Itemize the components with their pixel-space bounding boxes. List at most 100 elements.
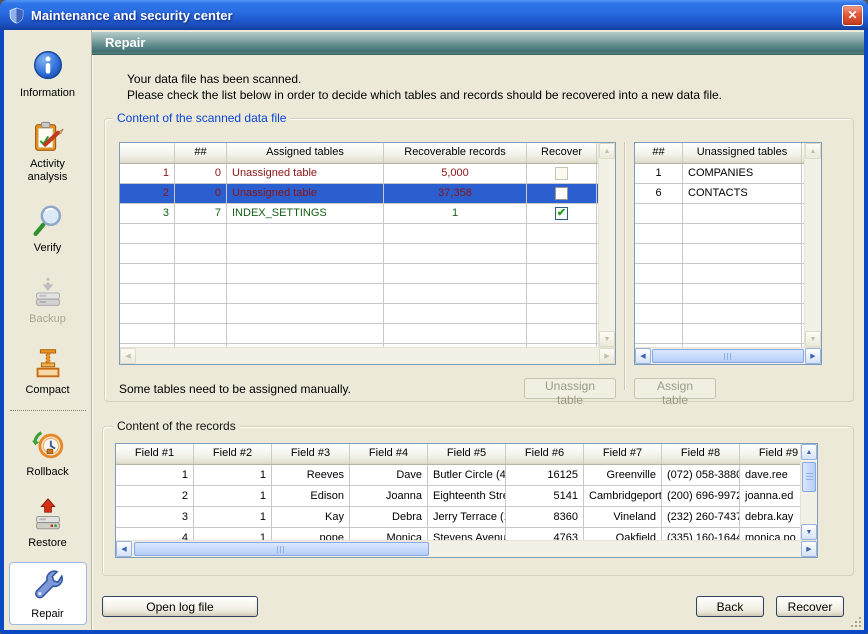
table-cell	[683, 304, 802, 323]
pane-divider	[624, 142, 626, 390]
table-row[interactable]: 31KayDebraJerry Terrace (18360Vineland(2…	[116, 507, 800, 528]
scroll-down-button[interactable]: ▼	[599, 331, 615, 347]
table-row[interactable]: 11ReevesDaveButler Circle (4)16125Greenv…	[116, 465, 800, 486]
assign-table-button[interactable]: Assign table	[634, 378, 716, 399]
table-row[interactable]	[635, 264, 804, 284]
table-cell: 1	[120, 164, 175, 183]
table-cell: Edison	[272, 486, 350, 506]
column-header[interactable]: Field #2	[194, 444, 272, 464]
column-header[interactable]: Recoverable records	[384, 143, 527, 163]
sidebar-item-backup[interactable]: Backup	[9, 267, 87, 330]
table-row[interactable]: 10Unassigned table5,000	[120, 164, 598, 184]
table-row[interactable]: 21EdisonJoannaEighteenth Stre5141Cambrid…	[116, 486, 800, 507]
vertical-scrollbar[interactable]: ▲ ▼	[800, 444, 817, 540]
table-row[interactable]: 41popeMonicaStevens Avenue4763Oakfield(3…	[116, 528, 800, 540]
table-row[interactable]	[120, 284, 598, 304]
sidebar-item-repair[interactable]: Repair	[9, 562, 87, 625]
table-cell: CONTACTS	[683, 184, 802, 203]
table-cell	[227, 224, 384, 243]
table-row[interactable]	[120, 244, 598, 264]
table-cell: dave.ree	[740, 465, 800, 485]
table-row[interactable]: 20Unassigned table37,358	[120, 184, 598, 204]
table-row[interactable]	[120, 224, 598, 244]
table-row[interactable]	[120, 264, 598, 284]
table-cell: 1	[194, 507, 272, 527]
table-row[interactable]	[635, 204, 804, 224]
restore-icon	[29, 497, 67, 535]
column-header[interactable]: Assigned tables	[227, 143, 384, 163]
sidebar-item-restore[interactable]: Restore	[9, 491, 87, 554]
table-row[interactable]	[120, 324, 598, 344]
resize-grip[interactable]	[849, 615, 862, 628]
column-header[interactable]: Field #4	[350, 444, 428, 464]
scroll-right-button[interactable]: ▶	[805, 348, 821, 364]
recover-button[interactable]: Recover	[776, 596, 844, 617]
table-cell: Butler Circle (4)	[428, 465, 506, 485]
table-row[interactable]	[635, 224, 804, 244]
scroll-right-button[interactable]: ▶	[599, 348, 615, 364]
recover-checkbox[interactable]	[555, 187, 568, 200]
sidebar-item-rollback[interactable]: Rollback	[9, 420, 87, 483]
scroll-down-button[interactable]: ▼	[805, 331, 821, 347]
column-header[interactable]: Field #1	[116, 444, 194, 464]
column-header[interactable]: Field #9	[740, 444, 800, 464]
table-cell: 1	[635, 164, 683, 183]
table-header-row: ##Unassigned tables	[635, 143, 804, 164]
back-button[interactable]: Back	[696, 596, 764, 617]
scroll-down-button[interactable]: ▼	[801, 524, 817, 540]
table-row[interactable]	[635, 284, 804, 304]
close-button[interactable]: ✕	[842, 5, 863, 26]
column-header[interactable]: Field #5	[428, 444, 506, 464]
scroll-up-button[interactable]: ▲	[599, 143, 615, 159]
scroll-right-button[interactable]: ▶	[801, 541, 817, 557]
table-cell	[384, 224, 527, 243]
scroll-left-button[interactable]: ◀	[635, 348, 651, 364]
table-cell: 1	[194, 486, 272, 506]
column-header[interactable]: Recover	[527, 143, 597, 163]
horizontal-scrollbar[interactable]: ◀ ▶	[120, 347, 615, 364]
recover-checkbox[interactable]: ✔	[555, 207, 568, 220]
table-row[interactable]	[635, 244, 804, 264]
scroll-up-button[interactable]: ▲	[801, 444, 817, 460]
scrollbar-thumb[interactable]	[652, 349, 804, 363]
unassign-table-button[interactable]: Unassign table	[524, 378, 616, 399]
column-header[interactable]: Field #8	[662, 444, 740, 464]
table-row[interactable]: 37INDEX_SETTINGS1✔	[120, 204, 598, 224]
table-row[interactable]: 6CONTACTS	[635, 184, 804, 204]
vertical-scrollbar[interactable]: ▲ ▼	[804, 143, 821, 347]
scroll-left-button[interactable]: ◀	[120, 348, 136, 364]
scrollbar-thumb[interactable]	[134, 542, 429, 556]
sidebar-item-verify[interactable]: Verify	[9, 196, 87, 259]
table-row[interactable]	[120, 304, 598, 324]
sidebar-item-compact[interactable]: Compact	[9, 338, 87, 401]
column-header[interactable]	[120, 143, 175, 163]
column-header[interactable]: Unassigned tables	[683, 143, 802, 163]
table-cell: 5,000	[384, 164, 527, 183]
sidebar-item-information[interactable]: Information	[9, 41, 87, 104]
table-cell: Reeves	[272, 465, 350, 485]
table-cell	[120, 324, 175, 343]
scroll-up-button[interactable]: ▲	[805, 143, 821, 159]
scrollbar-thumb[interactable]	[802, 462, 816, 492]
open-log-file-button[interactable]: Open log file	[102, 596, 258, 617]
table-row[interactable]	[635, 304, 804, 324]
column-header[interactable]: Field #7	[584, 444, 662, 464]
horizontal-scrollbar[interactable]: ◀ ▶	[635, 347, 821, 364]
column-header[interactable]: ##	[635, 143, 683, 163]
sidebar-divider	[10, 410, 86, 411]
column-header[interactable]: Field #3	[272, 444, 350, 464]
sidebar-item-label: Backup	[29, 313, 66, 326]
column-header[interactable]: Field #6	[506, 444, 584, 464]
table-cell	[175, 324, 227, 343]
scroll-left-button[interactable]: ◀	[116, 541, 132, 557]
table-cell	[683, 284, 802, 303]
vertical-scrollbar[interactable]: ▲ ▼	[598, 143, 615, 347]
table-row[interactable]: 1COMPANIES	[635, 164, 804, 184]
sidebar-item-activity-analysis[interactable]: Activity analysis	[9, 112, 87, 188]
column-header[interactable]: ##	[175, 143, 227, 163]
horizontal-scrollbar[interactable]: ◀ ▶	[116, 540, 817, 557]
table-row[interactable]	[635, 324, 804, 344]
maintenance-window: Maintenance and security center ✕ Inform…	[0, 0, 868, 634]
sidebar-item-label: Compact	[25, 384, 69, 397]
table-cell	[683, 224, 802, 243]
